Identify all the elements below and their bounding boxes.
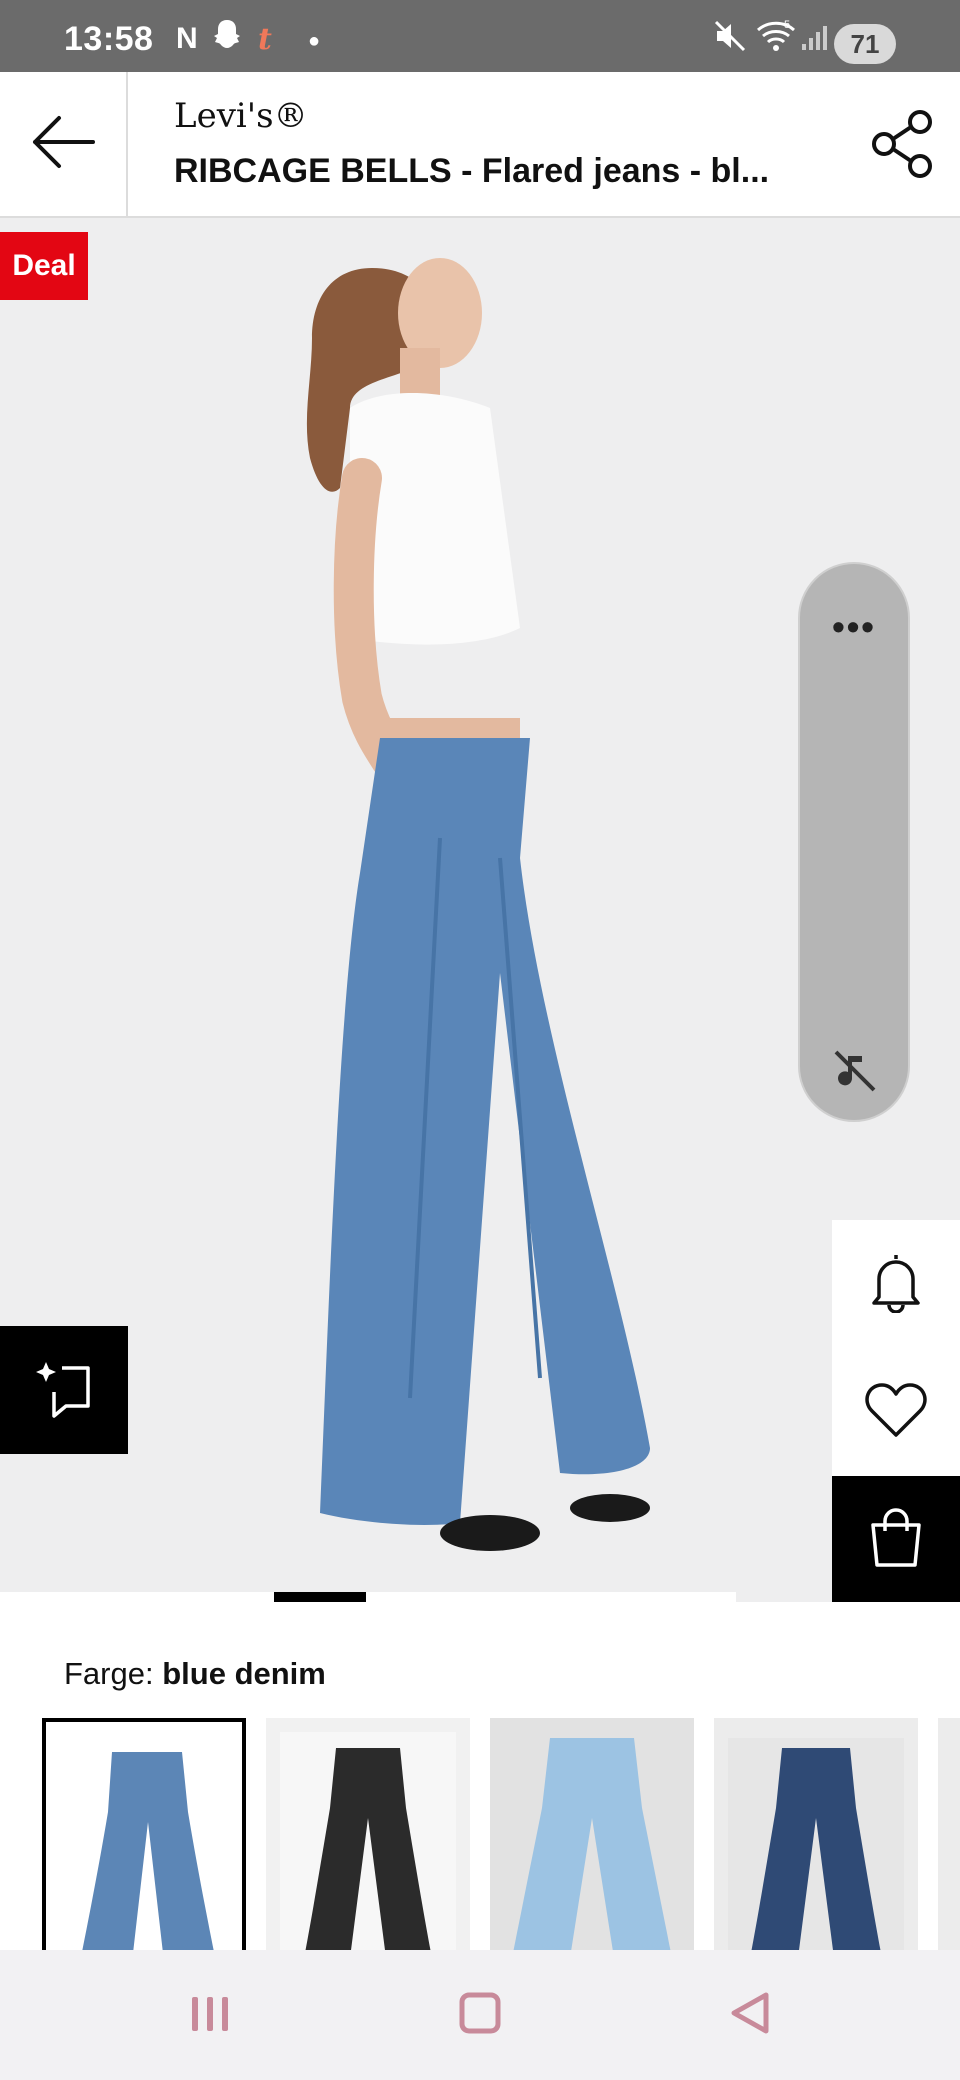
recent-apps-button[interactable] bbox=[160, 1980, 260, 2050]
recent-apps-icon bbox=[188, 1993, 232, 2038]
signal-icon bbox=[800, 18, 830, 59]
colour-label: Farge: blue denim bbox=[64, 1656, 326, 1692]
dot-icon: ● bbox=[308, 30, 321, 52]
share-button[interactable] bbox=[868, 108, 940, 180]
battery-indicator: 71 bbox=[834, 24, 896, 64]
heart-icon bbox=[864, 1381, 928, 1444]
system-nav-bar bbox=[0, 1950, 960, 2080]
sparkle-comment-icon bbox=[34, 1356, 94, 1425]
product-image-carousel[interactable]: Deal ••• bbox=[0, 218, 960, 1602]
ai-feedback-button[interactable] bbox=[0, 1326, 128, 1454]
shopping-bag-icon bbox=[867, 1505, 925, 1574]
colour-swatch-dark-blue[interactable] bbox=[714, 1718, 918, 1950]
product-actions bbox=[832, 1220, 960, 1602]
gallery-progress-indicator bbox=[274, 1592, 366, 1602]
gallery-progress-track bbox=[0, 1592, 736, 1602]
status-bar: 13:58 N t ● 5 71 bbox=[0, 0, 960, 72]
colour-value: blue denim bbox=[162, 1656, 326, 1691]
home-icon bbox=[458, 1991, 502, 2040]
triangle-back-icon bbox=[728, 1989, 772, 2042]
snapchat-icon bbox=[212, 18, 242, 60]
svg-text:5: 5 bbox=[784, 19, 790, 31]
share-icon bbox=[868, 110, 940, 184]
back-nav-button[interactable] bbox=[700, 1980, 800, 2050]
bell-icon bbox=[869, 1251, 923, 1318]
deal-badge: Deal bbox=[0, 232, 88, 300]
more-icon[interactable]: ••• bbox=[800, 606, 908, 648]
brand-name[interactable]: Levi's® bbox=[174, 96, 308, 136]
colour-swatch-black[interactable] bbox=[266, 1718, 470, 1950]
wifi-icon: 5 bbox=[756, 18, 796, 59]
colour-label-prefix: Farge: bbox=[64, 1656, 154, 1691]
colour-swatch-more[interactable] bbox=[938, 1718, 960, 1950]
music-off-icon[interactable] bbox=[832, 1048, 878, 1094]
floating-side-panel[interactable]: ••• bbox=[798, 562, 910, 1122]
tumblr-icon: t bbox=[258, 22, 272, 57]
netflix-icon: N bbox=[176, 22, 198, 55]
notify-button[interactable] bbox=[832, 1220, 960, 1348]
colour-swatch-blue-denim[interactable] bbox=[42, 1718, 246, 1950]
back-button[interactable] bbox=[0, 72, 128, 216]
wishlist-button[interactable] bbox=[832, 1348, 960, 1476]
status-time: 13:58 bbox=[64, 20, 154, 58]
product-header: Levi's® RIBCAGE BELLS - Flared jeans - b… bbox=[0, 72, 960, 218]
colour-swatch-list bbox=[42, 1718, 960, 1950]
product-title: RIBCAGE BELLS - Flared jeans - bl... bbox=[174, 152, 770, 190]
colour-swatch-light-blue[interactable] bbox=[490, 1718, 694, 1950]
mute-icon bbox=[712, 18, 748, 59]
home-button[interactable] bbox=[430, 1980, 530, 2050]
add-to-bag-button[interactable] bbox=[832, 1476, 960, 1602]
arrow-left-icon bbox=[29, 114, 97, 175]
